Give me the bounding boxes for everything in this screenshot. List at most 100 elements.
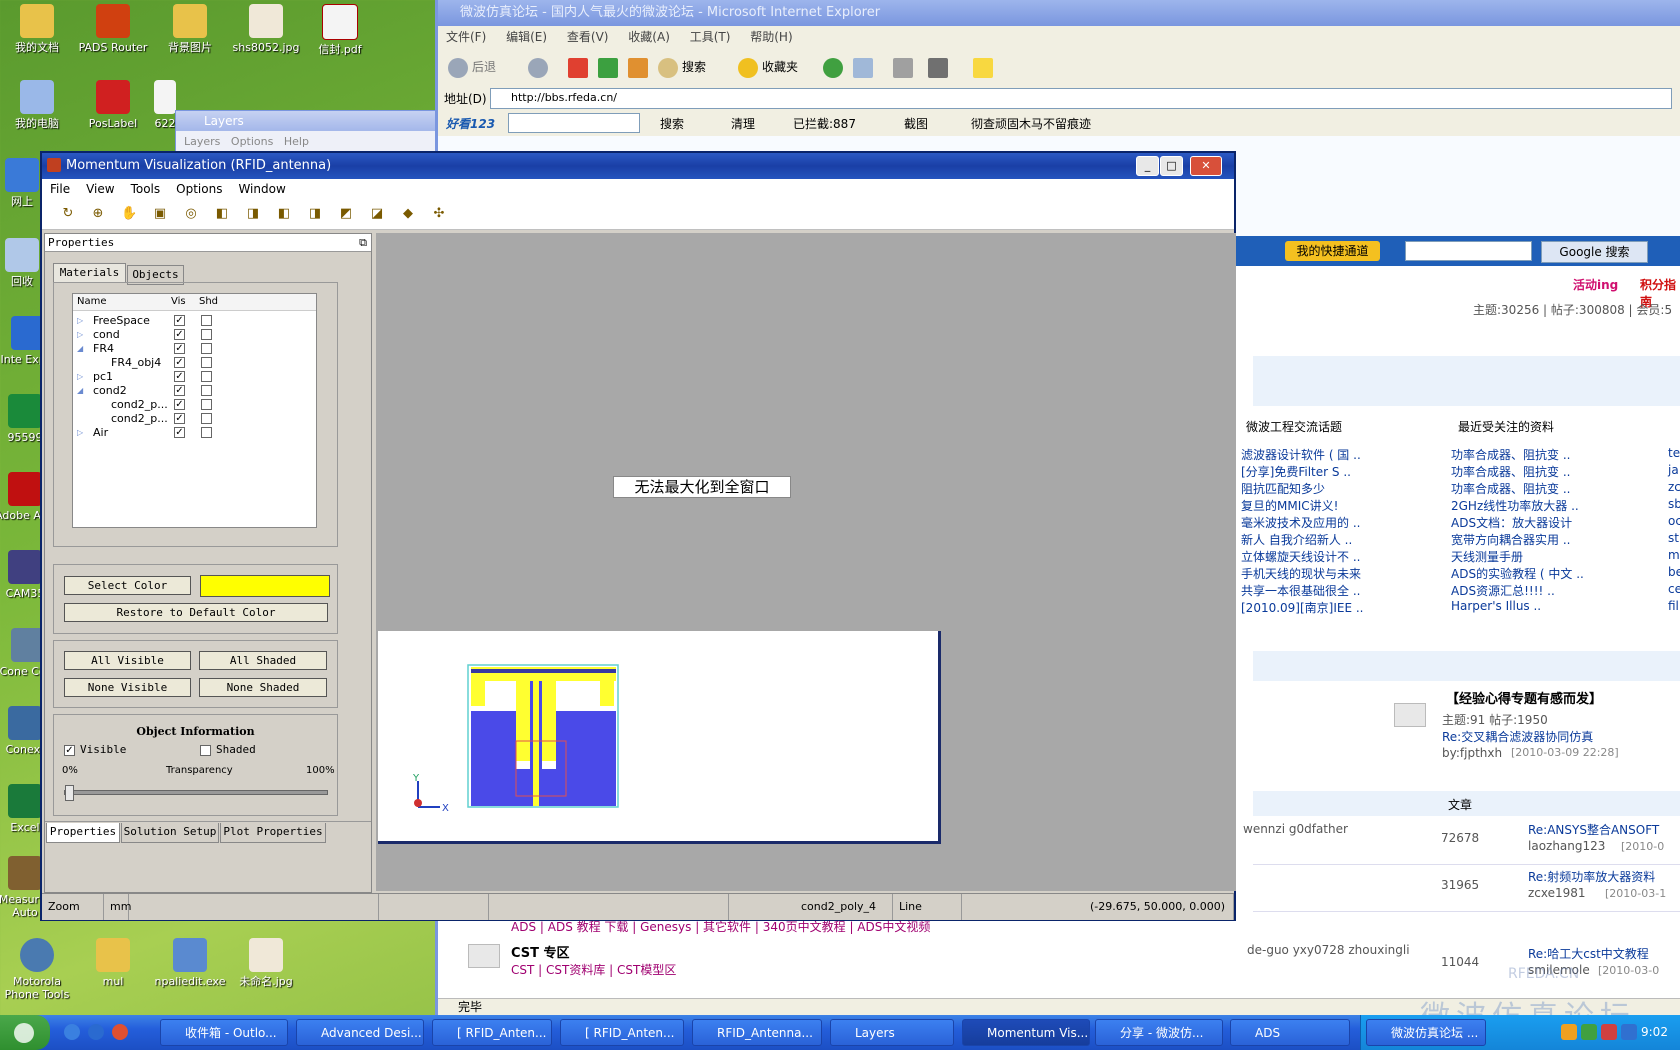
menu-view[interactable]: View (78, 179, 122, 199)
forum-topic-link[interactable]: sb (1668, 497, 1680, 511)
moderators[interactable]: wennzi g0dfather (1243, 822, 1348, 836)
forum-topic-link[interactable]: 新人 自我介绍新人 .. (1241, 531, 1352, 548)
forum-topic-link[interactable]: st (1668, 531, 1679, 545)
vis-checkbox[interactable]: ✓ (174, 399, 185, 410)
shd-checkbox[interactable] (201, 343, 212, 354)
edit-button[interactable] (928, 56, 952, 78)
zoom-fit-icon[interactable]: ▣ (152, 206, 168, 222)
restore-color-button[interactable]: Restore to Default Color (64, 603, 328, 622)
vis-checkbox[interactable]: ✓ (174, 329, 185, 340)
refresh-button[interactable] (598, 56, 622, 78)
shd-checkbox[interactable] (201, 385, 212, 396)
feature-title[interactable]: 【经验心得专题有感而发】 (1446, 688, 1602, 707)
forum-topic-link[interactable]: Harper's Illus .. (1451, 599, 1541, 613)
cst-links[interactable]: CST | CST资料库 | CST模型区 (511, 961, 676, 978)
transparency-slider[interactable] (64, 785, 328, 801)
tree-row[interactable]: ▷ pc1 ✓ (73, 370, 316, 384)
ie-title-bar[interactable]: 微波仿真论坛 - 国内人气最火的微波论坛 - Microsoft Interne… (438, 0, 1680, 26)
tree-row[interactable]: ▷ cond ✓ (73, 328, 316, 342)
address-input[interactable]: http://bbs.rfeda.cn/ (490, 88, 1672, 109)
menu-window[interactable]: Window (230, 179, 293, 199)
tree-row[interactable]: ▷ FreeSpace ✓ (73, 314, 316, 328)
tray-icon[interactable] (1561, 1024, 1577, 1040)
quick-channel-dropdown[interactable]: 我的快捷通道 (1285, 241, 1380, 261)
tab-materials[interactable]: Materials (53, 263, 126, 283)
desktop-icon-pads-router[interactable]: PADS Router (73, 4, 153, 54)
forum-topic-link[interactable]: ja (1668, 463, 1679, 477)
mail-button[interactable] (853, 56, 877, 78)
ie-menu-favorites[interactable]: 收藏(A) (628, 30, 670, 44)
tab-properties[interactable]: Properties (46, 823, 120, 843)
haokan-search-input[interactable] (508, 113, 640, 133)
clean-button[interactable]: 清理 (731, 115, 755, 132)
color-swatch[interactable] (200, 575, 330, 597)
view-bottom-icon[interactable]: ◪ (369, 206, 385, 222)
forum-topic-link[interactable]: 共享一本很基础很全 .. (1241, 582, 1360, 599)
taskbar-button[interactable]: [ RFID_Anten... (560, 1019, 684, 1046)
rotate-icon[interactable]: ↻ (60, 206, 76, 222)
undock-icon[interactable]: ⧉ (359, 234, 367, 252)
col-vis[interactable]: Vis (171, 294, 186, 310)
desktop-icon-unnamed-jpg[interactable]: 未命名.jpg (226, 938, 306, 988)
layers-menu-item[interactable]: Options (231, 135, 273, 148)
vis-checkbox[interactable]: ✓ (174, 357, 185, 368)
pan-hand-icon[interactable]: ✋ (121, 206, 137, 222)
ie-menu-help[interactable]: 帮助(H) (750, 30, 792, 44)
tree-expander-icon[interactable]: ◢ (77, 384, 83, 398)
forum-topic-link[interactable]: 宽带方向耦合器实用 .. (1451, 531, 1570, 548)
shd-checkbox[interactable] (201, 357, 212, 368)
view-left-icon[interactable]: ◧ (276, 206, 292, 222)
last-post-user[interactable]: laozhang123 (1528, 839, 1605, 853)
none-visible-button[interactable]: None Visible (64, 678, 191, 697)
last-post-link[interactable]: Re:哈工大cst中文教程 (1528, 945, 1649, 962)
vis-checkbox[interactable]: ✓ (174, 315, 185, 326)
desktop-icon-npaliedit[interactable]: npaliedit.exe (150, 938, 230, 988)
center-icon[interactable]: ✣ (431, 206, 447, 222)
taskbar-button[interactable]: 分享 - 微波仿... (1095, 1019, 1223, 1046)
history-button[interactable] (823, 56, 847, 78)
forum-topic-link[interactable]: 复旦的MMIC讲义! (1241, 497, 1338, 514)
desktop-icon-background-images[interactable]: 背景图片 (150, 4, 230, 54)
forum-topic-link[interactable]: [2010.09][南京]IEE .. (1241, 599, 1364, 616)
tree-expander-icon[interactable]: ◢ (77, 342, 83, 356)
last-post-link[interactable]: Re:ANSYS整合ANSOFT (1528, 821, 1659, 838)
tree-row[interactable]: FR4_obj4 ✓ (73, 356, 316, 370)
desktop-icon-my-documents[interactable]: 我的文档 (0, 4, 77, 54)
google-search-button[interactable]: Google 搜索 (1541, 241, 1648, 263)
vis-checkbox[interactable]: ✓ (174, 343, 185, 354)
shd-checkbox[interactable] (201, 399, 212, 410)
stop-button[interactable] (568, 56, 592, 78)
vis-checkbox[interactable]: ✓ (174, 413, 185, 424)
tree-row[interactable]: ◢ FR4 ✓ (73, 342, 316, 356)
all-shaded-button[interactable]: All Shaded (199, 651, 327, 670)
tree-row[interactable]: cond2_p... ✓ (73, 412, 316, 426)
3d-view[interactable]: 无法最大化到全窗口 Y X (376, 233, 1236, 891)
forum-topic-link[interactable]: fil (1668, 599, 1679, 613)
tree-row[interactable]: ◢ cond2 ✓ (73, 384, 316, 398)
zoom-icon[interactable]: ⊕ (90, 206, 106, 222)
google-search-input[interactable] (1405, 241, 1532, 261)
forum-topic-link[interactable]: 功率合成器、阻抗变 .. (1451, 463, 1570, 480)
zoom-window-icon[interactable]: ◎ (183, 206, 199, 222)
layers-menu-item[interactable]: Help (284, 135, 309, 148)
col-name[interactable]: Name (77, 294, 107, 310)
home-button[interactable] (628, 56, 652, 78)
forum-topic-link[interactable]: be (1668, 565, 1680, 579)
col-shd[interactable]: Shd (199, 294, 218, 310)
tree-expander-icon[interactable]: ▷ (77, 426, 83, 440)
menu-tools[interactable]: Tools (123, 179, 169, 199)
forum-topic-link[interactable]: m (1668, 548, 1680, 562)
select-color-button[interactable]: Select Color (64, 576, 191, 595)
desktop-icon-motorola[interactable]: Motorola Phone Tools (0, 938, 77, 1001)
screenshot-button[interactable]: 截图 (904, 115, 928, 132)
view-back-icon[interactable]: ◨ (245, 206, 261, 222)
ie-menu-view[interactable]: 查看(V) (567, 30, 609, 44)
last-post-user[interactable]: zcxe1981 (1528, 886, 1586, 900)
haokan-search-button[interactable]: 搜索 (660, 115, 684, 132)
shaded-checkbox[interactable] (200, 745, 211, 756)
shd-checkbox[interactable] (201, 329, 212, 340)
forum-topic-link[interactable]: ADS的实验教程 ( 中文 .. (1451, 565, 1584, 582)
tree-expander-icon[interactable]: ▷ (77, 328, 83, 342)
tab-plot-properties[interactable]: Plot Properties (220, 823, 326, 843)
none-shaded-button[interactable]: None Shaded (199, 678, 327, 697)
